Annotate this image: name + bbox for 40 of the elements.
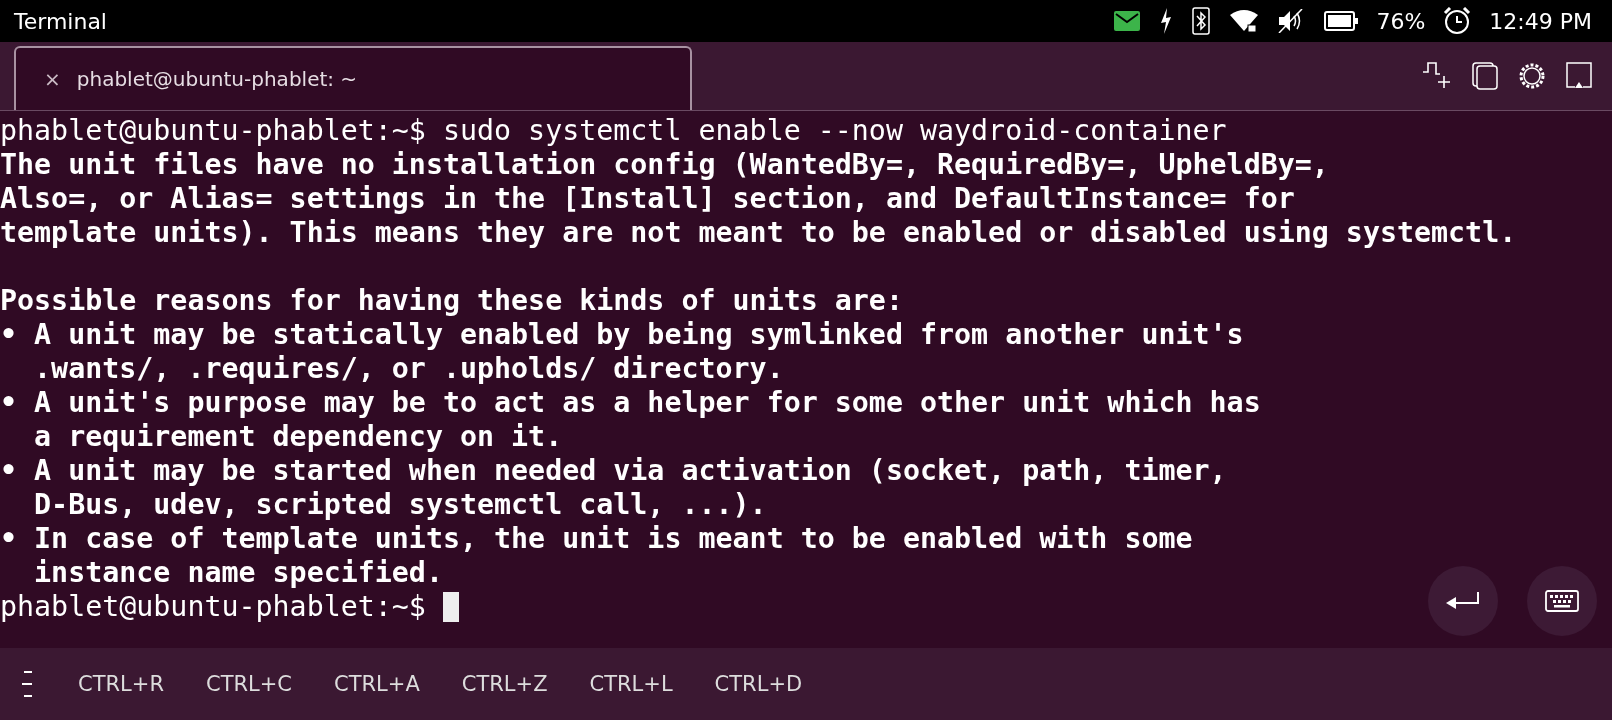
output-line: Possible reasons for having these kinds of units are: (0, 284, 903, 318)
new-tab-icon[interactable] (1422, 62, 1452, 90)
shortcut-key[interactable]: CTRL+C (205, 672, 292, 696)
output-line: • A unit may be statically enabled by being symlinked from another unit's (0, 318, 1244, 352)
output-line: instance name specified. (33, 556, 443, 590)
command-line: phablet@ubuntu-phablet:~$ (0, 590, 427, 624)
app-title: Terminal (14, 8, 108, 34)
clock-time: 12:49 PM (1489, 8, 1592, 34)
shortcut-key[interactable]: CTRL+L (589, 672, 673, 696)
mail-icon[interactable] (1114, 11, 1141, 31)
screen-share-icon[interactable] (1566, 62, 1592, 90)
shortcut-key[interactable]: CTRL+D (714, 672, 803, 696)
tab-title: phablet@ubuntu-phablet: ~ (76, 67, 358, 91)
command-line: phablet@ubuntu-phablet:~$ sudo systemctl enable --now waydroid-container (0, 114, 1227, 148)
shortcut-key[interactable]: CTRL+Z (461, 672, 548, 696)
muted-speaker-icon[interactable] (1278, 9, 1305, 33)
alarm-clock-icon[interactable] (1443, 7, 1472, 35)
output-line: .wants/, .requires/, or .upholds/ directory. (33, 352, 784, 386)
terminal-tab[interactable]: × phablet@ubuntu-phablet: ~ (14, 46, 692, 110)
shortcut-key[interactable]: CTRL+A (334, 672, 420, 696)
output-line: • A unit's purpose may be to act as a helper for some other unit which has (0, 386, 1261, 420)
settings-icon[interactable] (1518, 62, 1546, 90)
shortcut-key[interactable]: CTRL+R (78, 672, 164, 696)
output-line: Also=, or Alias= settings in the [Install] section, and DefaultInstance= for (0, 182, 1295, 216)
tabs-icon[interactable] (1472, 62, 1498, 90)
menu-icon[interactable] (20, 670, 34, 698)
output-line: • In case of template units, the unit is meant to be enabled with some (0, 522, 1193, 556)
output-line: The unit files have no installation config (WantedBy=, RequiredBy=, UpheldBy=, (0, 148, 1329, 182)
close-icon[interactable]: × (44, 67, 61, 91)
bluetooth-icon[interactable] (1192, 7, 1211, 35)
keyboard-icon (1545, 590, 1579, 612)
output-line: D-Bus, udev, scripted systemctl call, ...). (33, 488, 767, 522)
return-arrow-icon (1445, 591, 1481, 611)
battery-icon[interactable] (1324, 11, 1359, 31)
output-line: • A unit may be started when needed via activation (socket, path, timer, (0, 454, 1227, 488)
output-line: a requirement dependency on it. (33, 420, 563, 454)
output-line: template units). This means they are not meant to be enabled or disabled using systemctl. (0, 216, 1517, 250)
wifi-icon[interactable] (1230, 9, 1259, 33)
flash-icon[interactable] (1160, 8, 1173, 34)
battery-percentage: 76% (1376, 8, 1426, 34)
